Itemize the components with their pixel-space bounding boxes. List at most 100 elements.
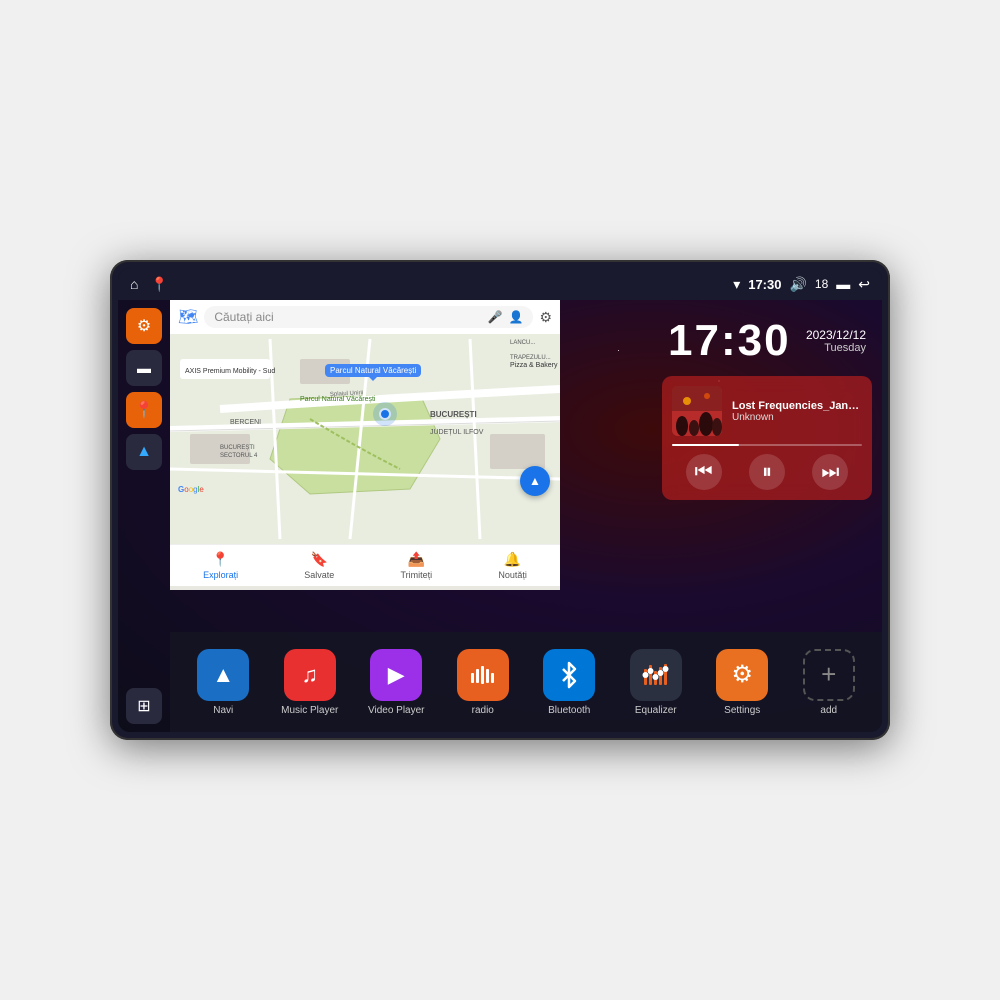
clock-section: 17:30 2023/12/12 Tuesday xyxy=(652,300,882,376)
mic-icon[interactable]: 🎤 xyxy=(488,310,503,324)
map-pin-icon: 📍 xyxy=(134,400,154,420)
google-maps-icon: 🗺 xyxy=(178,307,198,327)
album-art xyxy=(672,386,722,436)
navi-app[interactable]: ▲ Navi xyxy=(193,649,253,716)
device-frame: ⌂ 📍 ▾ 17:30 🔊 18 ▬ ↩ xyxy=(110,260,890,740)
bluetooth-app[interactable]: Bluetooth xyxy=(539,649,599,716)
svg-text:LANCU...: LANCU... xyxy=(510,340,536,346)
play-icon: ▶ xyxy=(388,662,405,688)
svg-text:Pizza & Bakery: Pizza & Bakery xyxy=(510,362,558,369)
next-icon: ⏭ xyxy=(821,461,839,484)
explore-label: Explorați xyxy=(203,570,238,580)
pause-icon: ⏸ xyxy=(762,461,772,484)
news-icon: 🔔 xyxy=(504,551,521,568)
map-container: 🗺 Căutați aici 🎤 👤 ⚙ xyxy=(170,300,560,590)
settings-label: Settings xyxy=(724,705,760,716)
gear-icon: ⚙ xyxy=(731,660,753,689)
device-screen: ⌂ 📍 ▾ 17:30 🔊 18 ▬ ↩ xyxy=(118,268,882,732)
video-player-icon: ▶ xyxy=(370,649,422,701)
next-track-button[interactable]: ⏭ xyxy=(812,454,848,490)
sidebar-grid-btn[interactable]: ⊞ xyxy=(126,688,162,724)
pause-button[interactable]: ⏸ xyxy=(749,454,785,490)
music-text: Lost Frequencies_Janie... Unknown xyxy=(732,400,862,423)
park-label: Parcul Natural Văcărești xyxy=(330,366,416,375)
add-icon-box: + xyxy=(803,649,855,701)
map-status-icon[interactable]: 📍 xyxy=(150,276,167,293)
navigate-fab[interactable]: ▲ xyxy=(520,466,550,496)
map-header: 🗺 Căutați aici 🎤 👤 ⚙ xyxy=(170,300,560,334)
prev-icon: ⏮ xyxy=(695,461,713,484)
main-content: ⚙ ▬ 📍 ▲ ⊞ 🗺 xyxy=(118,300,882,732)
music-player-app[interactable]: ♫ Music Player xyxy=(280,649,340,716)
svg-text:TRAPEZULU...: TRAPEZULU... xyxy=(510,355,551,361)
wifi-icon: ▾ xyxy=(733,276,740,293)
news-label: Noutăți xyxy=(498,570,527,580)
share-label: Trimiteți xyxy=(401,570,433,580)
volume-icon: 🔊 xyxy=(789,276,806,293)
saved-icon: 🔖 xyxy=(311,551,328,568)
svg-text:BUCUREȘTI: BUCUREȘTI xyxy=(220,445,255,451)
settings-app[interactable]: ⚙ Settings xyxy=(712,649,772,716)
svg-text:SECTORUL 4: SECTORUL 4 xyxy=(220,453,258,459)
bluetooth-symbol-icon xyxy=(555,661,583,689)
prev-track-button[interactable]: ⏮ xyxy=(686,454,722,490)
sidebar-apps-btn[interactable]: ▬ xyxy=(126,350,162,386)
music-info: Lost Frequencies_Janie... Unknown xyxy=(672,386,862,436)
map-explore-btn[interactable]: 📍 Explorați xyxy=(203,551,238,580)
add-label: add xyxy=(820,705,837,716)
google-logo: Google xyxy=(178,485,204,494)
svg-text:BUCUREȘTI: BUCUREȘTI xyxy=(430,410,477,419)
svg-text:AXIS Premium Mobility - Sud: AXIS Premium Mobility - Sud xyxy=(185,368,275,375)
clock-weekday: Tuesday xyxy=(806,342,866,354)
music-progress-bar[interactable] xyxy=(672,444,862,446)
clock-date: 2023/12/12 xyxy=(806,328,866,342)
sidebar-map-btn[interactable]: 📍 xyxy=(126,392,162,428)
music-controls: ⏮ ⏸ ⏭ xyxy=(672,454,862,490)
map-footer: 📍 Explorați 🔖 Salvate 📤 Trimiteți 🔔 Nout… xyxy=(170,544,560,586)
radio-icon-box xyxy=(457,649,509,701)
saved-label: Salvate xyxy=(304,570,334,580)
grid-icon: ⊞ xyxy=(137,696,150,716)
map-body[interactable]: BERCENI BUCUREȘTI SECTORUL 4 BUCUREȘTI J… xyxy=(170,334,560,544)
video-player-app[interactable]: ▶ Video Player xyxy=(366,649,426,716)
sidebar-nav-btn[interactable]: ▲ xyxy=(126,434,162,470)
radio-waveform-icon xyxy=(469,661,497,689)
add-app[interactable]: + add xyxy=(799,649,859,716)
radio-label: radio xyxy=(472,705,494,716)
map-search-bar[interactable]: Căutați aici 🎤 👤 xyxy=(204,306,533,328)
radio-app[interactable]: radio xyxy=(453,649,513,716)
account-icon[interactable]: 👤 xyxy=(508,310,523,324)
map-news-btn[interactable]: 🔔 Noutăți xyxy=(498,551,527,580)
video-player-label: Video Player xyxy=(368,705,425,716)
track-artist: Unknown xyxy=(732,412,862,423)
equalizer-label: Equalizer xyxy=(635,705,677,716)
status-right: ▾ 17:30 🔊 18 ▬ ↩ xyxy=(733,276,870,293)
equalizer-icon-box xyxy=(630,649,682,701)
map-settings-icon[interactable]: ⚙ xyxy=(539,309,552,326)
battery-level: 18 xyxy=(815,277,828,291)
bluetooth-label: Bluetooth xyxy=(548,705,590,716)
search-text: Căutați aici xyxy=(214,310,273,324)
equalizer-app[interactable]: Equalizer xyxy=(626,649,686,716)
svg-text:BERCENI: BERCENI xyxy=(230,419,261,426)
music-note-icon: ♫ xyxy=(302,662,319,688)
navi-icon: ▲ xyxy=(197,649,249,701)
track-title: Lost Frequencies_Janie... xyxy=(732,400,862,412)
map-share-btn[interactable]: 📤 Trimiteți xyxy=(401,551,433,580)
music-card: Lost Frequencies_Janie... Unknown ⏮ ⏸ xyxy=(662,376,872,500)
plus-icon: + xyxy=(821,659,836,690)
status-left: ⌂ 📍 xyxy=(130,276,168,293)
svg-text:JUDEȚUL ILFOV: JUDEȚUL ILFOV xyxy=(430,429,484,436)
navigate-icon: ▲ xyxy=(529,474,541,488)
map-saved-btn[interactable]: 🔖 Salvate xyxy=(304,551,334,580)
clock-date-section: 2023/12/12 Tuesday xyxy=(806,328,866,354)
back-icon[interactable]: ↩ xyxy=(858,276,870,293)
music-player-icon: ♫ xyxy=(284,649,336,701)
status-time: 17:30 xyxy=(748,277,781,292)
apps-icon: ▬ xyxy=(137,360,151,376)
clock-display: 17:30 xyxy=(668,316,791,366)
sidebar: ⚙ ▬ 📍 ▲ ⊞ xyxy=(118,300,170,732)
home-status-icon[interactable]: ⌂ xyxy=(130,276,138,292)
music-player-label: Music Player xyxy=(281,705,338,716)
sidebar-settings-btn[interactable]: ⚙ xyxy=(126,308,162,344)
